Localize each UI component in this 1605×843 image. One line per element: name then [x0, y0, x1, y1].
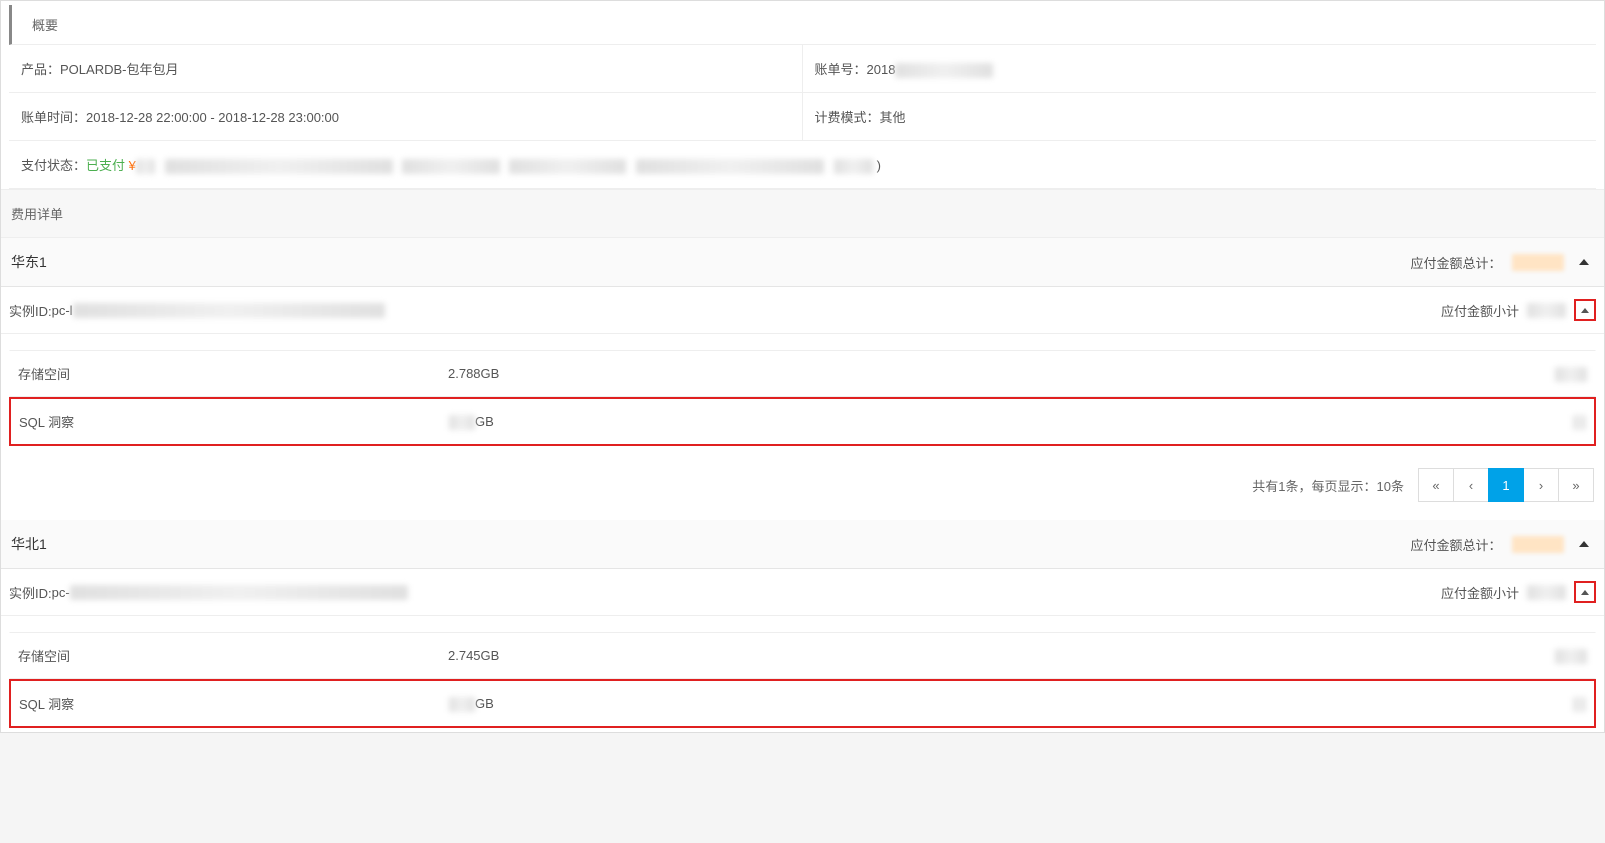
summary-grid: 产品：POLARDB-包年包月 账单号：2018xxxxxxxxxxxxxxx … — [9, 45, 1596, 189]
product-value: POLARDB-包年包月 — [60, 62, 178, 77]
amount-redacted: xxxxx — [1555, 649, 1588, 664]
usage-redacted: xxxx — [449, 415, 475, 430]
region-collapse-button[interactable] — [1574, 252, 1594, 272]
instance-subtotal-wrap: 应付金额小计 xxxxxx — [1441, 581, 1596, 603]
usage-suffix: GB — [475, 414, 494, 429]
row-amount: xx — [1466, 696, 1586, 712]
summary-header: 概要 — [9, 5, 1596, 45]
pagination-row: 共有1条，每页显示：10条 « ‹ 1 › » — [1, 450, 1604, 520]
instance-subtotal-wrap: 应付金额小计 xxxxxx — [1441, 299, 1596, 321]
bill-no-cell: 账单号：2018xxxxxxxxxxxxxxx — [803, 45, 1597, 93]
detail-rows-north1: 存储空间 2.745GB xxxxx SQL 洞察 xxxxGB xx — [1, 616, 1604, 732]
region-total-wrap: 应付金额总计： xxxxx — [1410, 252, 1594, 272]
instance-id-wrap: 实例ID:pc-xxxxxxxxxxxxxxxxxxxxxxxxxxxxxxxx… — [9, 583, 408, 602]
pay-amount-prefix: ¥ — [129, 158, 136, 173]
region-total-wrap: 应付金额总计： xxxxx — [1410, 534, 1594, 554]
instance-id-prefix: pc-l — [52, 303, 73, 318]
row-usage: xxxxGB — [449, 414, 1466, 430]
instance-collapse-button[interactable] — [1574, 299, 1596, 321]
instance-header-east1: 实例ID:pc-lxxxxxxxxxxxxxxxxxxxxxxxxxxxxxxx… — [1, 287, 1604, 334]
region-header-east1: 华东1 应付金额总计： xxxxx — [1, 238, 1604, 287]
chevron-up-icon — [1579, 259, 1589, 265]
billing-mode-label: 计费模式： — [815, 110, 880, 125]
pay-status-value: 已支付 — [86, 158, 125, 173]
page-first-button[interactable]: « — [1418, 468, 1454, 502]
row-name: SQL 洞察 — [19, 694, 449, 713]
detail-row-sql-insight: SQL 洞察 xxxxGB xx — [9, 679, 1596, 728]
bill-no-value: 2018 — [867, 62, 896, 77]
pay-status-label: 支付状态： — [21, 158, 86, 173]
pay-detail-redacted-1: xxxxxxxxxxxxxxxxxxxxxxxxxxxxxxxxxxx — [165, 159, 393, 174]
bill-time-label: 账单时间： — [21, 110, 86, 125]
details-section-title: 费用详单 — [1, 189, 1604, 238]
instance-id-redacted: xxxxxxxxxxxxxxxxxxxxxxxxxxxxxxxxxxxxxxxx… — [70, 585, 408, 600]
instance-id-label: 实例ID: — [9, 583, 52, 602]
pay-detail-redacted-5: xxxxxx — [834, 159, 873, 174]
row-name: SQL 洞察 — [19, 412, 449, 431]
instance-id-redacted: xxxxxxxxxxxxxxxxxxxxxxxxxxxxxxxxxxxxxxxx… — [73, 303, 385, 318]
row-amount: xxxxx — [1467, 366, 1587, 382]
pay-detail-redacted-4: xxxxxxxxxxxxxxxxxxxxxxxxxxxxx — [636, 159, 825, 174]
product-label: 产品： — [21, 62, 60, 77]
region-header-north1: 华北1 应付金额总计： xxxxx — [1, 520, 1604, 569]
row-name: 存储空间 — [18, 646, 448, 665]
row-amount: xx — [1466, 414, 1586, 430]
amount-redacted: xxxxx — [1555, 367, 1588, 382]
detail-row-storage: 存储空间 2.745GB xxxxx — [9, 632, 1596, 679]
instance-subtotal-label: 应付金额小计 — [1441, 301, 1519, 320]
detail-row-sql-insight: SQL 洞察 xxxxGB xx — [9, 397, 1596, 446]
instance-subtotal-redacted: xxxxxx — [1527, 303, 1566, 318]
page-last-button[interactable]: » — [1558, 468, 1594, 502]
page-prev-button[interactable]: ‹ — [1453, 468, 1489, 502]
row-name: 存储空间 — [18, 364, 448, 383]
region-total-redacted: xxxxx — [1512, 536, 1565, 553]
product-cell: 产品：POLARDB-包年包月 — [9, 45, 803, 93]
pay-detail-redacted-3: xxxxxxxxxxxxxxxxxx — [509, 159, 626, 174]
region-total-redacted: xxxxx — [1512, 254, 1565, 271]
pay-detail-suffix: ) — [877, 158, 881, 173]
row-amount: xxxxx — [1467, 648, 1587, 664]
pay-amount-redacted: xxx — [136, 159, 156, 174]
region-total-label: 应付金额总计： — [1410, 253, 1501, 272]
bill-time-cell: 账单时间：2018-12-28 22:00:00 - 2018-12-28 23… — [9, 93, 803, 141]
region-collapse-button[interactable] — [1574, 534, 1594, 554]
pagination: « ‹ 1 › » — [1418, 468, 1594, 502]
row-usage: 2.745GB — [448, 648, 1467, 663]
billing-mode-value: 其他 — [880, 110, 906, 125]
instance-id-label: 实例ID: — [9, 301, 52, 320]
instance-id-prefix: pc- — [52, 585, 70, 600]
usage-redacted: xxxx — [449, 697, 475, 712]
chevron-up-icon — [1581, 308, 1589, 313]
pay-detail-redacted-2: xxxxxxxxxxxxxxx — [402, 159, 500, 174]
detail-row-storage: 存储空间 2.788GB xxxxx — [9, 350, 1596, 397]
region-name: 华北1 — [11, 534, 47, 554]
amount-redacted: xx — [1573, 415, 1586, 430]
row-usage: 2.788GB — [448, 366, 1467, 381]
chevron-up-icon — [1579, 541, 1589, 547]
page-number-button[interactable]: 1 — [1488, 468, 1524, 502]
instance-id-wrap: 实例ID:pc-lxxxxxxxxxxxxxxxxxxxxxxxxxxxxxxx… — [9, 301, 385, 320]
pagination-info: 共有1条，每页显示：10条 — [1252, 476, 1404, 495]
instance-header-north1: 实例ID:pc-xxxxxxxxxxxxxxxxxxxxxxxxxxxxxxxx… — [1, 569, 1604, 616]
pay-status-cell: 支付状态：已支付 ¥xxx xxxxxxxxxxxxxxxxxxxxxxxxxx… — [9, 141, 1596, 189]
detail-rows-east1: 存储空间 2.788GB xxxxx SQL 洞察 xxxxGB xx — [1, 334, 1604, 450]
region-total-label: 应付金额总计： — [1410, 535, 1501, 554]
billing-mode-cell: 计费模式：其他 — [803, 93, 1597, 141]
amount-redacted: xx — [1573, 697, 1586, 712]
bill-time-value: 2018-12-28 22:00:00 - 2018-12-28 23:00:0… — [86, 110, 339, 125]
bill-no-redacted: xxxxxxxxxxxxxxx — [895, 63, 993, 78]
bill-no-label: 账单号： — [815, 62, 867, 77]
usage-suffix: GB — [475, 696, 494, 711]
row-usage: xxxxGB — [449, 696, 1466, 712]
instance-collapse-button[interactable] — [1574, 581, 1596, 603]
instance-subtotal-label: 应付金额小计 — [1441, 583, 1519, 602]
page-next-button[interactable]: › — [1523, 468, 1559, 502]
region-name: 华东1 — [11, 252, 47, 272]
billing-detail-panel: 概要 产品：POLARDB-包年包月 账单号：2018xxxxxxxxxxxxx… — [0, 0, 1605, 733]
instance-subtotal-redacted: xxxxxx — [1527, 585, 1566, 600]
chevron-up-icon — [1581, 590, 1589, 595]
